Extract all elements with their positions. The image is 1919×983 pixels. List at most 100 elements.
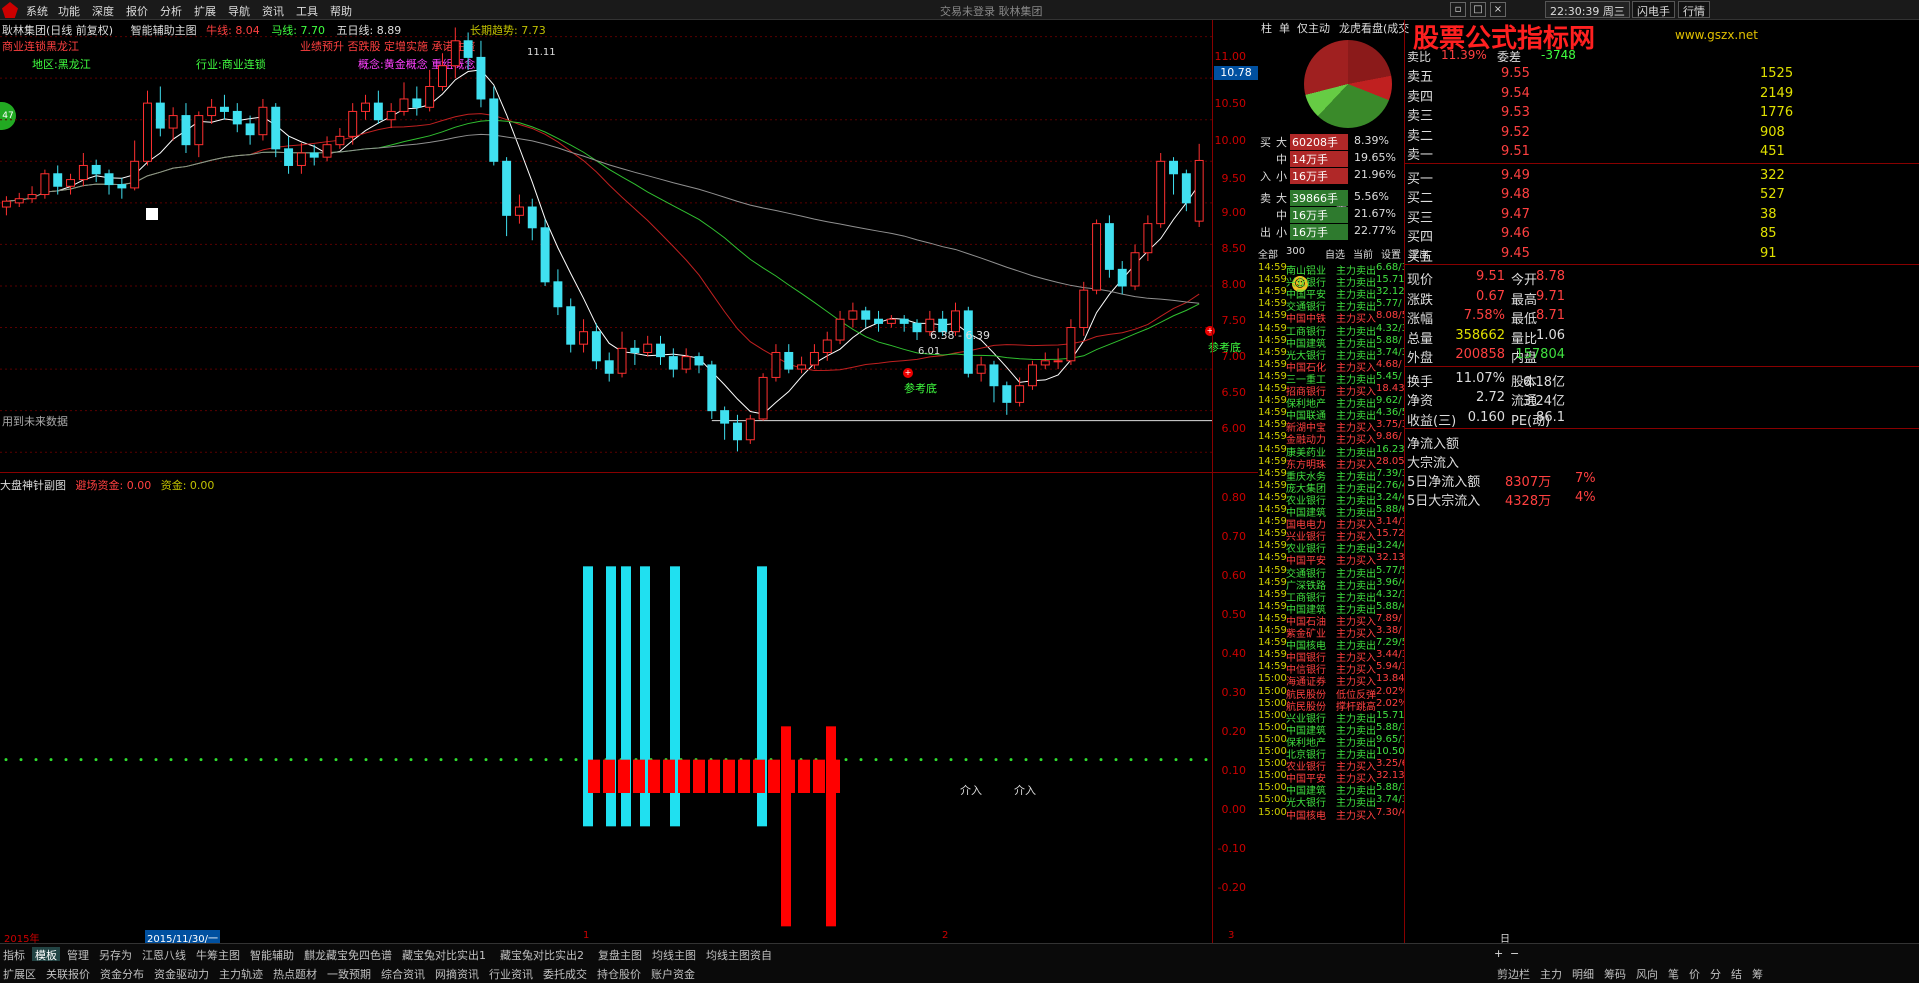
- right-tab-5[interactable]: 笔: [1665, 966, 1682, 981]
- right-tab-8[interactable]: 结: [1728, 966, 1745, 981]
- extension-tab-6[interactable]: 一致预期: [324, 966, 374, 981]
- extension-tab-7[interactable]: 综合资讯: [378, 966, 428, 981]
- candle-body: [1066, 327, 1076, 362]
- candle-body: [1143, 223, 1153, 254]
- right-tab-9[interactable]: 筹: [1749, 966, 1766, 981]
- maximize-icon[interactable]: □: [1470, 2, 1486, 17]
- extension-tab-0[interactable]: 扩展区: [0, 966, 39, 981]
- stat-value-2: 6.18亿: [1523, 374, 1565, 388]
- zero-dot: [259, 758, 263, 762]
- tab-active-only[interactable]: 仅主动: [1294, 20, 1333, 35]
- menu-depth[interactable]: 深度: [92, 3, 114, 19]
- tick-row[interactable]: 15:00中国核电主力买入7.30/4: [1258, 807, 1404, 821]
- extension-tab-3[interactable]: 资金驱动力: [151, 966, 212, 981]
- right-tab-4[interactable]: 风向: [1633, 966, 1661, 981]
- stat-label-2: 最高: [1511, 292, 1538, 306]
- tick-price: 3.74/3: [1376, 346, 1404, 358]
- candle-body: [219, 106, 229, 112]
- ask-label: 卖三: [1407, 109, 1434, 122]
- bid-label: 买二: [1407, 191, 1434, 204]
- indicator-tab-9[interactable]: 藏宝兔对比实出2: [497, 947, 587, 962]
- right-tab-3[interactable]: 筹码: [1601, 966, 1629, 981]
- candle-body: [745, 418, 755, 441]
- plus-button[interactable]: +: [1494, 947, 1503, 960]
- indicator-tab-1[interactable]: 模板: [32, 947, 60, 962]
- extension-tab-5[interactable]: 热点题材: [270, 966, 320, 981]
- indicator-tab-11[interactable]: 均线主图: [649, 947, 699, 962]
- tab-single[interactable]: 单: [1276, 20, 1293, 35]
- ask-price: 9.53: [1501, 105, 1530, 120]
- extension-tab-4[interactable]: 主力轨迹: [216, 966, 266, 981]
- watermark-url: www.gszx.net: [1675, 28, 1758, 42]
- menu-navigate[interactable]: 导航: [228, 3, 250, 19]
- tick-price: 15.71: [1376, 274, 1404, 286]
- menu-news[interactable]: 资讯: [262, 3, 284, 19]
- extension-tab-8[interactable]: 网摘资讯: [432, 966, 482, 981]
- indicator-tab-5[interactable]: 牛筹主图: [193, 947, 243, 962]
- extension-tab-12[interactable]: 账户资金: [648, 966, 698, 981]
- close-icon[interactable]: ×: [1490, 2, 1506, 17]
- candle-body: [1156, 160, 1166, 225]
- menu-analysis[interactable]: 分析: [160, 3, 182, 19]
- restore-icon[interactable]: ▫: [1450, 2, 1466, 17]
- indicator-tab-12[interactable]: 均线主图资自: [703, 947, 775, 962]
- candle-body: [1181, 173, 1191, 204]
- price-tick: 8.00: [1221, 278, 1247, 291]
- tick-price: 3.25/6: [1376, 758, 1404, 770]
- tick-tab-0[interactable]: 全部: [1258, 246, 1278, 261]
- bid-volume: 91: [1760, 245, 1777, 261]
- menu-help[interactable]: 帮助: [330, 3, 352, 19]
- sub-indicator-chart[interactable]: 大盘神针副图 避场资金: 0.00 资金: 0.00 介入 介入: [0, 473, 1258, 943]
- tab-dragon-tiger[interactable]: 龙虎看盘(成交: [1336, 20, 1412, 35]
- zero-dot: [1159, 758, 1163, 762]
- tick-price: 13.84: [1376, 673, 1404, 685]
- indicator-tab-7[interactable]: 麒龙藏宝免四色谱: [301, 947, 395, 962]
- zero-dot: [1114, 758, 1118, 762]
- tick-time: 14:59: [1258, 552, 1287, 564]
- menu-function[interactable]: 功能: [58, 3, 80, 19]
- right-tab-2[interactable]: 明细: [1569, 966, 1597, 981]
- tab-column[interactable]: 柱: [1258, 20, 1275, 35]
- tick-tab-2[interactable]: 自选: [1325, 246, 1345, 261]
- indicator-tab-3[interactable]: 另存为: [96, 947, 135, 962]
- main-kline-chart[interactable]: 耿林集团(日线 前复权) 智能辅助主图 牛线: 8.04 马线: 7.70 五日…: [0, 20, 1460, 473]
- indicator-tab-10[interactable]: 复盘主图: [595, 947, 645, 962]
- tick-price: 32.13: [1376, 770, 1404, 782]
- extension-tab-11[interactable]: 持仓股价: [594, 966, 644, 981]
- zero-dot: [544, 758, 548, 762]
- indicator-tab-4[interactable]: 江恩八线: [139, 947, 189, 962]
- tick-time: 14:59: [1258, 467, 1287, 479]
- menu-quote[interactable]: 报价: [126, 3, 148, 19]
- extension-tab-1[interactable]: 关联报价: [43, 966, 93, 981]
- inflow-row: 净流入额: [1405, 431, 1919, 450]
- zero-dot: [454, 758, 458, 762]
- minus-button[interactable]: −: [1510, 947, 1519, 960]
- tick-price: 10.50: [1376, 746, 1404, 757]
- indicator-tab-2[interactable]: 管理: [64, 947, 92, 962]
- right-tab-7[interactable]: 分: [1707, 966, 1724, 981]
- tick-tab-4[interactable]: 设置: [1381, 246, 1401, 261]
- tick-tab-3[interactable]: 当前: [1353, 246, 1373, 261]
- quote-panel: 股票公式指标网 卖比 11.39% 委差 -3748 www.gszx.net …: [1404, 20, 1919, 943]
- indicator-tab-6[interactable]: 智能辅助: [247, 947, 297, 962]
- menu-system[interactable]: 系统: [26, 3, 48, 19]
- tick-tab-1[interactable]: 300: [1286, 246, 1305, 257]
- menu-extend[interactable]: 扩展: [194, 3, 216, 19]
- right-tab-1[interactable]: 主力: [1537, 966, 1565, 981]
- indicator-tab-8[interactable]: 藏宝兔对比实出1: [399, 947, 489, 962]
- right-tab-0[interactable]: 剪边栏: [1494, 966, 1533, 981]
- lightning-trade-button[interactable]: 闪电手: [1632, 1, 1675, 18]
- market-button[interactable]: 行情: [1678, 1, 1710, 18]
- extension-tab-2[interactable]: 资金分布: [97, 966, 147, 981]
- menu-tools[interactable]: 工具: [296, 3, 318, 19]
- extension-tab-10[interactable]: 委托成交: [540, 966, 590, 981]
- tick-time: 14:59: [1258, 358, 1287, 370]
- indicator-tab-0[interactable]: 指标: [0, 947, 28, 962]
- candle-body: [361, 102, 370, 112]
- sub-tick: 0.80: [1221, 491, 1247, 504]
- extension-tab-9[interactable]: 行业资讯: [486, 966, 536, 981]
- right-tab-6[interactable]: 价: [1686, 966, 1703, 981]
- candle-body: [322, 144, 332, 158]
- candle-body: [809, 351, 819, 366]
- red-bar: [723, 759, 735, 793]
